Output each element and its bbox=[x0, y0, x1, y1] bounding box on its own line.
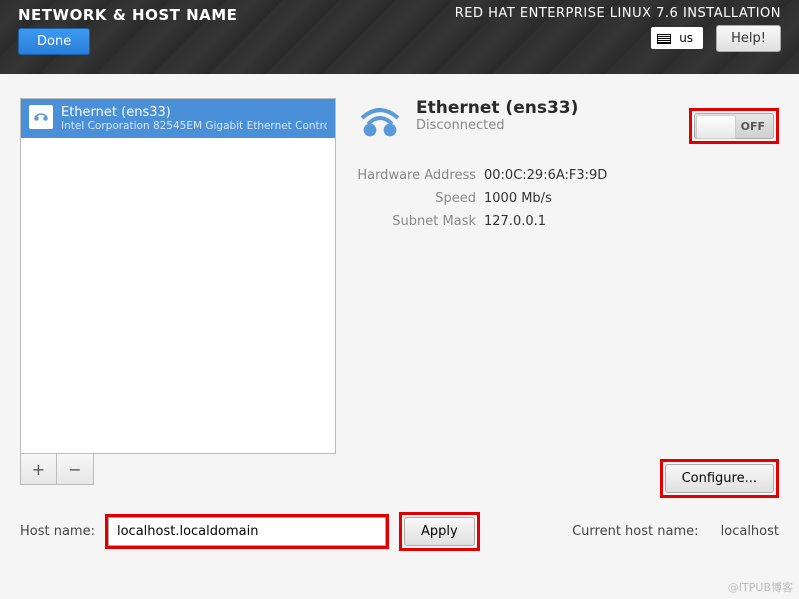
hw-address-value: 00:0C:29:6A:F3:9D bbox=[484, 168, 607, 183]
done-button[interactable]: Done bbox=[18, 28, 90, 55]
highlight-box: Apply bbox=[399, 512, 480, 551]
hostname-label: Host name: bbox=[20, 524, 95, 539]
current-hostname-label: Current host name: bbox=[572, 524, 698, 539]
configure-button[interactable]: Configure... bbox=[665, 464, 774, 493]
device-description: Intel Corporation 82545EM Gigabit Ethern… bbox=[61, 120, 327, 132]
keyboard-layout-label: us bbox=[679, 31, 693, 45]
connection-title: Ethernet (ens33) bbox=[416, 98, 578, 118]
connection-toggle[interactable]: OFF bbox=[694, 113, 774, 139]
subnet-mask-label: Subnet Mask bbox=[356, 214, 476, 229]
network-device-list[interactable]: Ethernet (ens33) Intel Corporation 82545… bbox=[20, 98, 336, 454]
subnet-mask-value: 127.0.0.1 bbox=[484, 214, 546, 229]
highlight-box bbox=[105, 514, 389, 549]
device-name: Ethernet (ens33) bbox=[61, 105, 327, 120]
connection-status: Disconnected bbox=[416, 118, 578, 133]
add-device-button[interactable]: + bbox=[21, 454, 57, 484]
hostname-input[interactable] bbox=[108, 517, 386, 546]
toggle-state-label: OFF bbox=[741, 120, 765, 133]
ethernet-icon bbox=[29, 105, 53, 129]
remove-device-button[interactable]: − bbox=[57, 454, 93, 484]
keyboard-layout-indicator[interactable]: us bbox=[651, 27, 703, 49]
installer-title: RED HAT ENTERPRISE LINUX 7.6 INSTALLATIO… bbox=[455, 6, 781, 21]
highlight-box: OFF bbox=[689, 108, 779, 144]
hw-address-label: Hardware Address bbox=[356, 168, 476, 183]
apply-button[interactable]: Apply bbox=[404, 517, 475, 546]
speed-label: Speed bbox=[356, 191, 476, 206]
speed-value: 1000 Mb/s bbox=[484, 191, 552, 206]
watermark: @ITPUB博客 bbox=[728, 579, 793, 595]
header-bar: NETWORK & HOST NAME Done RED HAT ENTERPR… bbox=[0, 0, 799, 74]
list-item[interactable]: Ethernet (ens33) Intel Corporation 82545… bbox=[21, 99, 335, 138]
help-button[interactable]: Help! bbox=[716, 25, 781, 52]
connection-icon bbox=[356, 98, 404, 150]
keyboard-icon bbox=[657, 34, 671, 44]
highlight-box: Configure... bbox=[660, 459, 779, 498]
current-hostname-value: localhost bbox=[721, 524, 779, 539]
